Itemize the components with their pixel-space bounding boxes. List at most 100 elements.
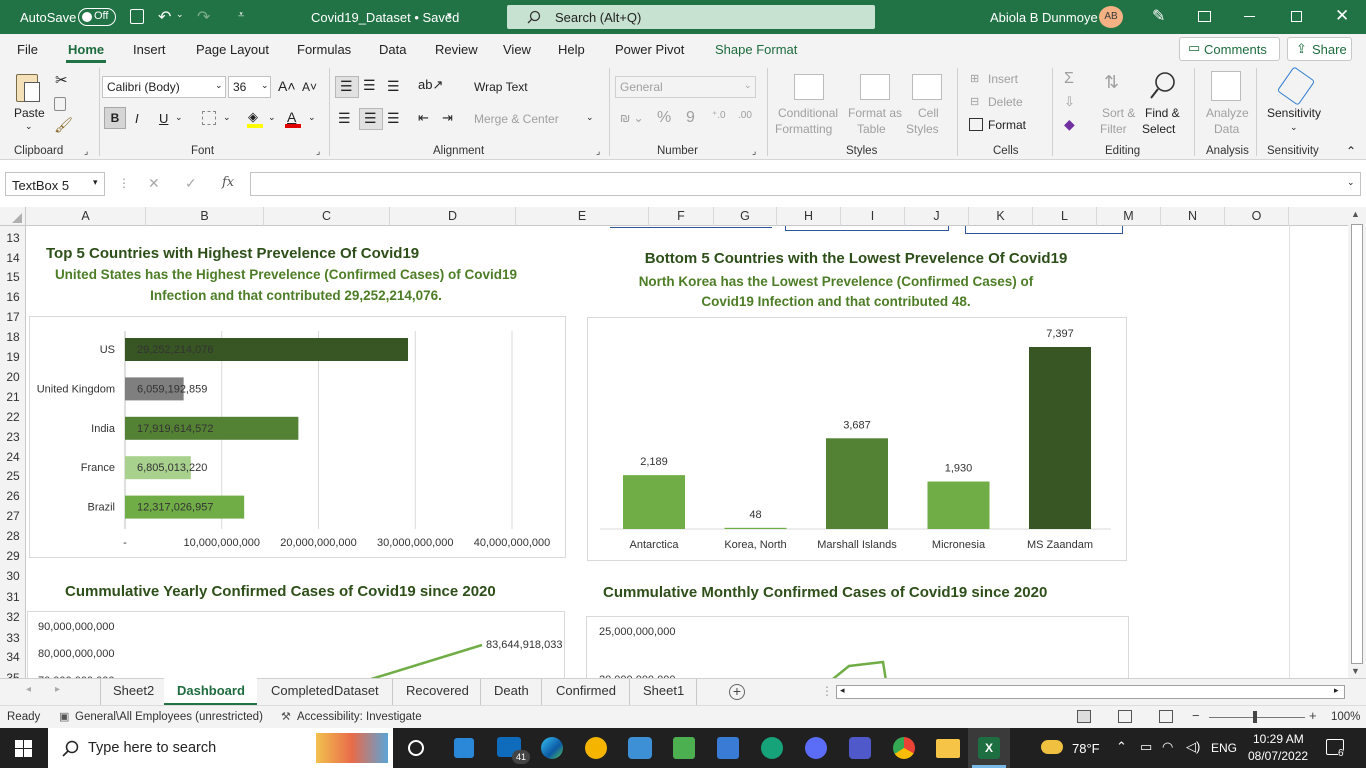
row-header[interactable]: 26 <box>0 489 26 503</box>
analyze-data-button[interactable]: Analyze <box>1206 106 1249 120</box>
align-right-icon[interactable]: ☰ <box>387 110 400 127</box>
tab-page-layout[interactable]: Page Layout <box>196 42 269 57</box>
tab-scroll-left-icon[interactable]: ◂ <box>26 684 31 695</box>
taskbar-search[interactable]: Type here to search <box>48 728 393 768</box>
find-select-button[interactable]: Find & <box>1145 106 1180 120</box>
font-name-select[interactable]: Calibri (Body) ⌄ <box>102 76 226 98</box>
increase-decimal-icon[interactable]: ⁺.0 <box>712 110 726 121</box>
cut-icon[interactable]: ✂ <box>55 71 68 89</box>
fill-icon[interactable]: ⇩ <box>1064 94 1075 110</box>
monthly-chart[interactable]: 25,000,000,00020,000,000,000 <box>586 616 1129 678</box>
zoom-level[interactable]: 100% <box>1331 711 1360 723</box>
bottom5-chart[interactable]: 2,189 Antarctica 48 Korea, North 3,687 Marsha… <box>587 317 1127 561</box>
insert-cells-button[interactable]: Insert <box>988 72 1018 86</box>
user-name[interactable]: Abiola B Dunmoye <box>990 10 1098 25</box>
comments-button[interactable]: ▭ Comments <box>1179 37 1280 61</box>
align-top-button[interactable]: ☰ <box>335 76 359 98</box>
copy-icon[interactable] <box>54 97 66 111</box>
tab-split-grip-icon[interactable]: ⋮ <box>821 684 833 698</box>
tab-view[interactable]: View <box>503 42 531 57</box>
column-header[interactable]: I <box>841 207 905 226</box>
tab-formulas[interactable]: Formulas <box>297 42 351 57</box>
page-break-view-icon[interactable] <box>1159 710 1173 723</box>
format-cells-button[interactable]: Format <box>988 118 1026 132</box>
tab-shape-format[interactable]: Shape Format <box>715 42 797 57</box>
italic-button[interactable]: I <box>135 111 139 126</box>
row-header[interactable]: 32 <box>0 610 26 624</box>
align-center-button[interactable]: ☰ <box>359 108 383 130</box>
column-header[interactable]: N <box>1161 207 1225 226</box>
comma-icon[interactable]: 9 <box>686 109 695 127</box>
analyze-data-line2[interactable]: Data <box>1214 122 1239 136</box>
hscroll-left-icon[interactable]: ◂ <box>840 685 845 696</box>
customize-qat-icon[interactable]: ⩡ <box>238 9 244 22</box>
zoom-slider[interactable] <box>1209 717 1305 718</box>
align-middle-icon[interactable]: ☰ <box>363 77 376 94</box>
excel-taskbar-button[interactable]: X <box>968 728 1010 768</box>
autosum-icon[interactable]: Σ <box>1064 70 1074 88</box>
zoom-in-icon[interactable]: + <box>1309 708 1317 723</box>
row-header[interactable]: 30 <box>0 569 26 583</box>
row-header[interactable]: 18 <box>0 330 26 344</box>
norton-icon[interactable] <box>585 737 607 759</box>
horizontal-scroll-thumb[interactable] <box>851 687 1331 697</box>
row-header[interactable]: 28 <box>0 529 26 543</box>
select-all-corner[interactable] <box>0 207 26 226</box>
file-explorer-icon[interactable] <box>936 739 960 758</box>
document-title[interactable]: Covid19_Dataset • Saved <box>311 10 459 25</box>
sheet-tab[interactable]: Sheet2 <box>113 683 154 698</box>
scroll-down-icon[interactable]: ▼ <box>1351 666 1360 676</box>
borders-dropdown-icon[interactable]: ⌄ <box>223 112 231 123</box>
tab-scroll-right-icon[interactable]: ▸ <box>55 684 60 695</box>
restore-icon[interactable] <box>1291 11 1302 22</box>
conditional-formatting-icon[interactable] <box>794 74 824 100</box>
undo-icon[interactable]: ↶ <box>158 7 171 27</box>
weather-temp[interactable]: 78°F <box>1072 741 1100 756</box>
sensitivity-status[interactable]: General\All Employees (unrestricted) <box>75 711 263 723</box>
weather-icon[interactable] <box>1041 740 1063 754</box>
expand-formula-icon[interactable]: ⌄ <box>1347 177 1355 188</box>
collapse-ribbon-icon[interactable]: ⌃ <box>1346 144 1356 158</box>
row-header[interactable]: 24 <box>0 450 26 464</box>
increase-indent-icon[interactable]: ⇥ <box>442 110 453 126</box>
column-header[interactable]: O <box>1225 207 1289 226</box>
font-size-select[interactable]: 36 ⌄ <box>228 76 271 98</box>
teams-icon[interactable] <box>849 737 871 759</box>
column-header[interactable]: B <box>146 207 264 226</box>
cell-styles-line2[interactable]: Styles <box>906 122 939 136</box>
format-as-table-icon[interactable] <box>860 74 890 100</box>
formula-input[interactable]: ⌄ <box>250 172 1361 196</box>
increase-font-icon[interactable]: A˄ <box>278 78 296 94</box>
row-header[interactable]: 22 <box>0 410 26 424</box>
cell-styles-button[interactable]: Cell <box>918 106 939 120</box>
clear-icon[interactable]: ◆ <box>1064 116 1075 133</box>
row-header[interactable]: 14 <box>0 251 26 265</box>
decrease-decimal-icon[interactable]: .00 <box>738 110 752 121</box>
textbox-outline[interactable] <box>965 226 1123 234</box>
delete-cells-button[interactable]: Delete <box>988 95 1023 109</box>
row-header[interactable]: 19 <box>0 350 26 364</box>
sensitivity-icon[interactable] <box>1276 66 1316 106</box>
tab-file[interactable]: File <box>17 42 38 57</box>
paste-icon[interactable] <box>14 72 44 104</box>
column-header[interactable]: E <box>516 207 649 226</box>
edge-icon[interactable] <box>541 737 563 759</box>
chrome-icon[interactable] <box>893 737 915 759</box>
find-select-line2[interactable]: Select <box>1142 122 1175 136</box>
save-icon[interactable] <box>130 9 144 24</box>
textbox-outline[interactable] <box>785 226 949 231</box>
column-header[interactable]: C <box>264 207 390 226</box>
sheet-tab[interactable]: CompletedDataset <box>271 683 379 698</box>
sheet-tab[interactable]: Sheet1 <box>643 683 684 698</box>
clock-time[interactable]: 10:29 AM <box>1253 732 1304 746</box>
underline-button[interactable]: U <box>159 111 168 126</box>
accessibility-status[interactable]: Accessibility: Investigate <box>297 711 422 723</box>
tab-insert[interactable]: Insert <box>133 42 166 57</box>
number-format-select[interactable]: General ⌄ <box>615 76 756 98</box>
format-painter-icon[interactable]: 🖌 <box>54 116 73 134</box>
page-layout-view-icon[interactable] <box>1118 710 1132 723</box>
decrease-indent-icon[interactable]: ⇤ <box>418 110 429 126</box>
merge-center-button[interactable]: Merge & Center <box>474 112 559 126</box>
row-header[interactable]: 29 <box>0 549 26 563</box>
column-header[interactable]: G <box>714 207 777 226</box>
